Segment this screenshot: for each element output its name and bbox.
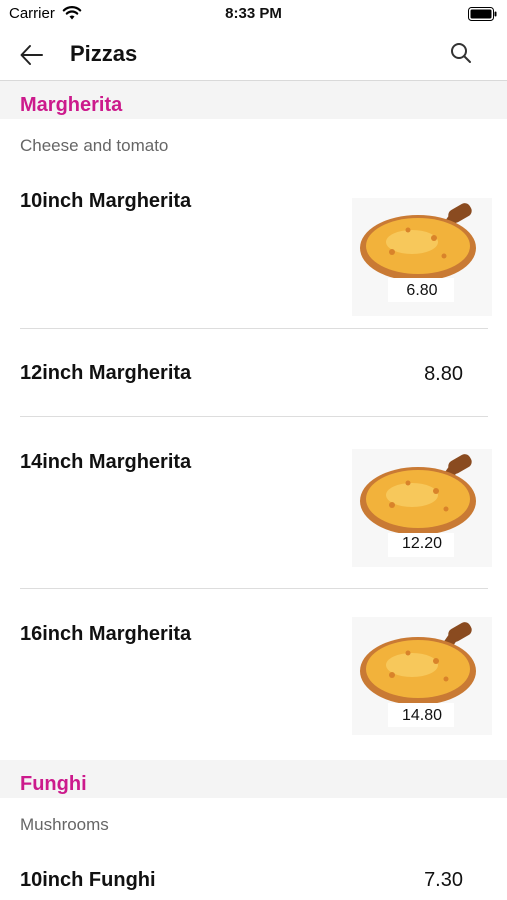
search-icon[interactable] xyxy=(449,41,473,65)
menu-item[interactable]: 10inch Margherita 6.80 xyxy=(0,182,507,328)
nav-bar: Pizzas xyxy=(0,30,507,81)
status-bar: Carrier 8:33 PM xyxy=(0,0,507,30)
battery-icon xyxy=(468,7,497,21)
page-title: Pizzas xyxy=(70,41,138,66)
item-name: 12inch Margherita xyxy=(20,362,192,384)
menu-item[interactable]: 16inch Margherita 14.80 xyxy=(0,589,507,759)
item-name: 10inch Funghi xyxy=(20,869,156,891)
menu-item[interactable]: 14inch Margherita 12.20 xyxy=(0,417,507,588)
item-price: 7.30 xyxy=(424,869,463,891)
item-name: 14inch Margherita xyxy=(20,451,192,473)
section-description: Mushrooms xyxy=(20,815,109,834)
section-title: Margherita xyxy=(20,94,123,116)
section-description: Cheese and tomato xyxy=(20,136,169,155)
pizza-image: 14.80 xyxy=(352,617,492,735)
arrow-left-icon[interactable] xyxy=(18,41,46,69)
section-header-margherita: Margherita xyxy=(0,81,507,119)
item-price: 12.20 xyxy=(401,535,443,552)
section-header-funghi: Funghi xyxy=(0,760,507,798)
section-title: Funghi xyxy=(20,773,87,795)
item-price: 8.80 xyxy=(424,363,463,385)
item-name: 10inch Margherita xyxy=(20,190,192,212)
menu-item[interactable]: 12inch Margherita 8.80 xyxy=(0,329,507,416)
pizza-image: 12.20 xyxy=(352,449,492,567)
status-time: 8:33 PM xyxy=(225,5,282,22)
item-price: 14.80 xyxy=(401,707,443,724)
item-price: 6.80 xyxy=(406,282,438,299)
pizza-image: 6.80 xyxy=(352,198,492,316)
menu-item[interactable]: 10inch Funghi 7.30 xyxy=(0,852,507,900)
item-name: 16inch Margherita xyxy=(20,623,192,645)
